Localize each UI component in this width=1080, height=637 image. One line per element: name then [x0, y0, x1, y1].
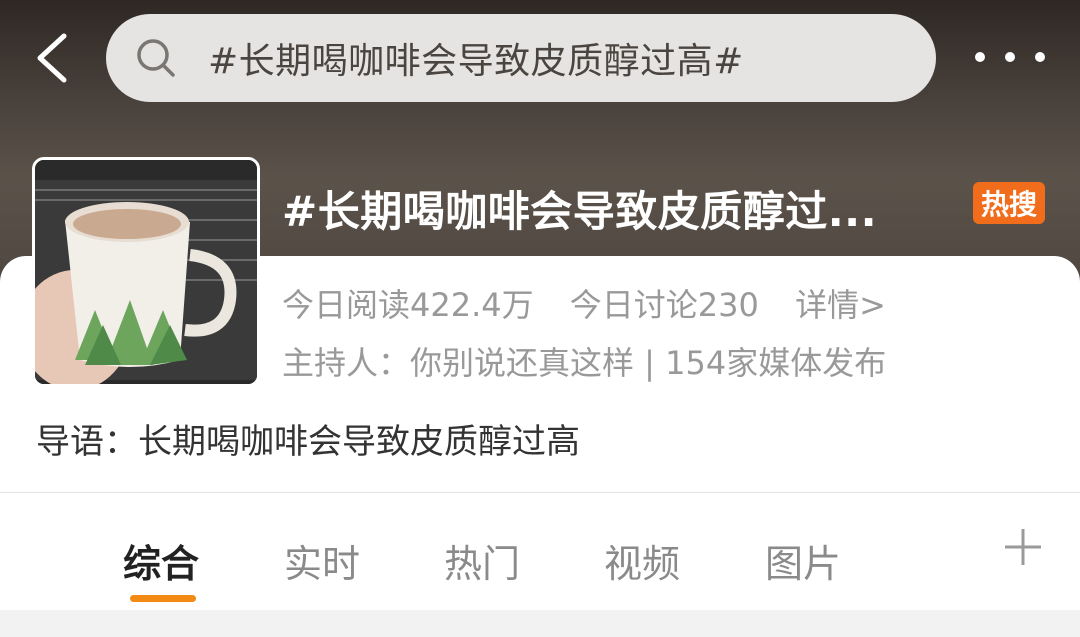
active-tab-indicator: [130, 595, 196, 602]
tab-images[interactable]: 图片: [765, 533, 841, 588]
hot-search-badge: 热搜: [973, 182, 1045, 224]
tab-realtime[interactable]: 实时: [284, 533, 360, 588]
topic-host: 主持人：你别说还真这样 | 154家媒体发布: [282, 344, 887, 382]
search-bar[interactable]: #长期喝咖啡会导致皮质醇过高#: [106, 14, 936, 102]
plus-icon[interactable]: [1003, 527, 1043, 567]
reads-count: 今日阅读422.4万: [282, 286, 534, 324]
topic-image: [32, 157, 260, 387]
search-icon: [137, 39, 175, 77]
discussions-count: 今日讨论230: [569, 286, 759, 324]
tab-hot[interactable]: 热门: [444, 533, 520, 588]
details-link[interactable]: 详情>: [795, 286, 886, 324]
tab-bar: 综合 实时 热门 视频 图片: [0, 492, 1080, 611]
topic-title: #长期喝咖啡会导致皮质醇过...: [282, 187, 878, 236]
back-icon[interactable]: [30, 28, 80, 88]
topic-intro: 导语：长期喝咖啡会导致皮质醇过高: [36, 422, 580, 462]
search-query: #长期喝咖啡会导致皮质醇过高#: [208, 41, 744, 82]
tab-comprehensive[interactable]: 综合: [123, 533, 199, 588]
content-divider: [0, 610, 1080, 637]
topic-stats: 今日阅读422.4万 今日讨论230 详情>: [282, 280, 912, 326]
tab-video[interactable]: 视频: [604, 533, 680, 588]
more-icon[interactable]: [975, 42, 1045, 72]
